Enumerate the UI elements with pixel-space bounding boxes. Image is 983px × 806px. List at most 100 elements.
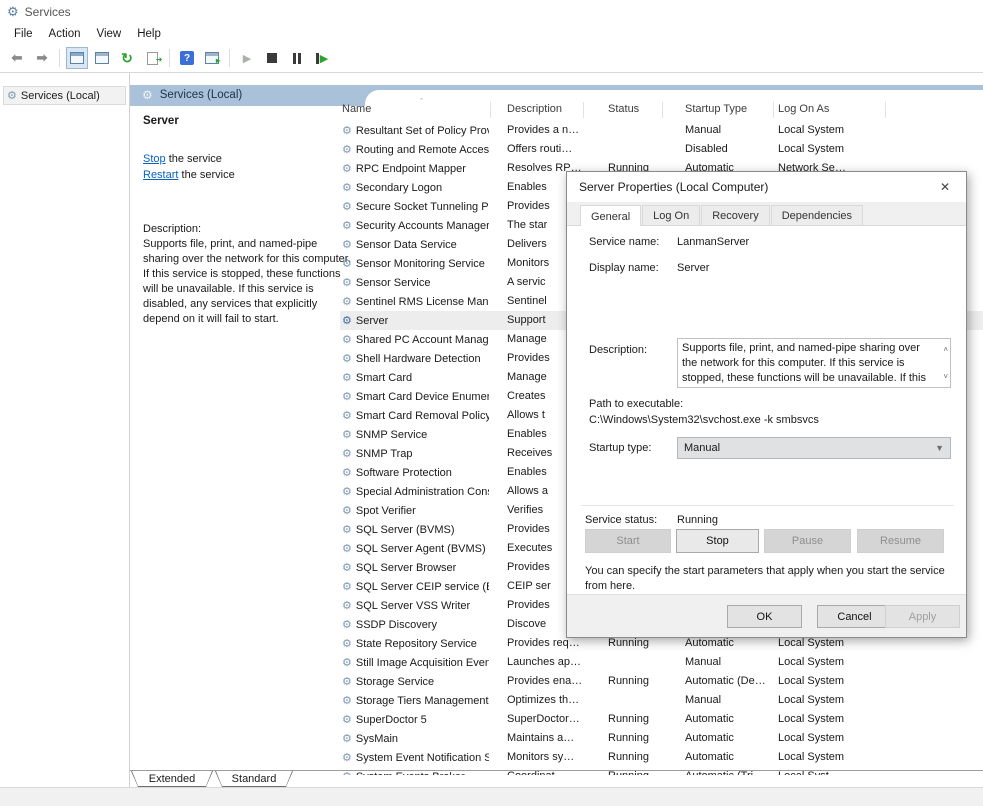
cell-desc: Monitors sy… (507, 751, 582, 763)
service-row[interactable]: ⚙Still Image Acquisition EventsLaunches … (340, 653, 983, 672)
service-gear-icon: ⚙ (342, 561, 352, 574)
column-header-description[interactable]: Description (507, 103, 562, 115)
service-gear-icon: ⚙ (342, 580, 352, 593)
service-row[interactable]: ⚙SysMainMaintains a…RunningAutomaticLoca… (340, 729, 983, 748)
cell-logon: Local System (778, 124, 878, 136)
description-text: Supports file, print, and named-pipe sha… (143, 237, 351, 327)
column-header-status[interactable]: Status (608, 103, 639, 115)
menu-item-file[interactable]: File (7, 25, 40, 43)
scroll-up-icon[interactable]: ˄ (943, 342, 948, 357)
column-divider[interactable] (662, 102, 663, 118)
restart-link[interactable]: Restart (143, 169, 178, 181)
display-name-label: Display name: (589, 262, 659, 274)
refresh-icon[interactable]: ↻ (116, 47, 138, 69)
start-service-icon[interactable]: ▶ (236, 47, 258, 69)
service-row[interactable]: ⚙Resultant Set of Policy Provi…Provides … (340, 121, 983, 140)
resume-button[interactable]: Resume (857, 529, 944, 553)
cell-startup: Manual (685, 656, 773, 668)
menu-item-action[interactable]: Action (42, 25, 88, 43)
stop-link[interactable]: Stop (143, 153, 166, 165)
content-header-title: Services (Local) (160, 89, 242, 101)
menu-item-help[interactable]: Help (130, 25, 168, 43)
description-label: Description: (143, 223, 353, 235)
stop-button[interactable]: Stop (676, 529, 759, 553)
service-row[interactable]: ⚙SuperDoctor 5SuperDoctor…RunningAutomat… (340, 710, 983, 729)
column-header-name[interactable]: Name (342, 103, 371, 115)
content-header: ⚙ Services (Local) (142, 88, 242, 102)
cell-status: Running (608, 637, 661, 649)
ok-button[interactable]: OK (727, 605, 802, 628)
restart-service-icon[interactable]: ▶ (311, 47, 333, 69)
display-name-value: Server (677, 262, 709, 274)
properties-window-icon[interactable]: ▸ (201, 47, 223, 69)
pause-service-icon[interactable] (286, 47, 308, 69)
apply-button[interactable]: Apply (885, 605, 960, 628)
tree-item-services-local[interactable]: ⚙ Services (Local) (3, 86, 126, 105)
start-button[interactable]: Start (585, 529, 671, 553)
startup-type-dropdown[interactable]: Manual ▼ (677, 437, 951, 459)
show-console-tree-icon[interactable] (66, 47, 88, 69)
service-row[interactable]: ⚙Routing and Remote AccessOffers routi…D… (340, 140, 983, 159)
column-divider[interactable] (490, 102, 491, 118)
cell-desc: Optimizes th… (507, 694, 582, 706)
service-gear-icon: ⚙ (342, 200, 352, 213)
window-title: Services (25, 5, 71, 19)
dialog-tab-dependencies[interactable]: Dependencies (771, 205, 863, 225)
service-gear-icon: ⚙ (342, 713, 352, 726)
service-row[interactable]: ⚙Storage Tiers ManagementOptimizes th…Ma… (340, 691, 983, 710)
stop-service-icon[interactable] (261, 47, 283, 69)
cell-name: ⚙SQL Server VSS Writer (342, 599, 489, 612)
back-icon[interactable]: ⬅ (6, 47, 28, 69)
service-gear-icon: ⚙ (342, 276, 352, 289)
service-gear-icon: ⚙ (342, 485, 352, 498)
forward-icon[interactable]: ➡ (31, 47, 53, 69)
service-row[interactable]: ⚙Storage ServiceProvides ena…RunningAuto… (340, 672, 983, 691)
toolbar-separator (59, 49, 60, 67)
column-header-log-on-as[interactable]: Log On As (778, 103, 829, 115)
cell-name: ⚙Sensor Service (342, 276, 489, 289)
export-list-icon[interactable] (141, 47, 163, 69)
service-gear-icon: ⚙ (342, 694, 352, 707)
dialog-title: Server Properties (Local Computer) (579, 180, 768, 194)
service-gear-icon: ⚙ (342, 428, 352, 441)
description-textbox[interactable]: Supports file, print, and named-pipe sha… (677, 338, 951, 388)
column-divider[interactable] (773, 102, 774, 118)
cell-name: ⚙SNMP Service (342, 428, 489, 441)
cancel-button[interactable]: Cancel (817, 605, 892, 628)
cell-name: ⚙Security Accounts Manager (342, 219, 489, 232)
cell-logon: Local System (778, 732, 878, 744)
service-row[interactable]: ⚙System Events BrokerCoordinat…RunningAu… (340, 767, 983, 775)
cell-desc: Offers routi… (507, 143, 582, 155)
column-divider[interactable] (583, 102, 584, 118)
scroll-down-icon[interactable]: ˅ (943, 369, 948, 384)
service-gear-icon: ⚙ (342, 599, 352, 612)
pause-button[interactable]: Pause (764, 529, 851, 553)
help-icon[interactable]: ? (176, 47, 198, 69)
dialog-button-strip: OK Cancel Apply (567, 594, 966, 637)
section-divider (581, 505, 954, 506)
column-divider[interactable] (885, 102, 886, 118)
cell-desc: Maintains a… (507, 732, 582, 744)
window-icon[interactable] (91, 47, 113, 69)
column-header-startup-type[interactable]: Startup Type (685, 103, 747, 115)
tab-standard-label: Standard (216, 771, 292, 786)
dialog-tab-general[interactable]: General (580, 205, 641, 226)
cell-name: ⚙Resultant Set of Policy Provi… (342, 124, 489, 137)
start-parameters-hint: You can specify the start parameters tha… (585, 564, 945, 594)
service-row[interactable]: ⚙System Event Notification S…Monitors sy… (340, 748, 983, 767)
service-gear-icon: ⚙ (342, 238, 352, 251)
dialog-tab-log-on[interactable]: Log On (642, 205, 700, 225)
service-gear-icon: ⚙ (342, 656, 352, 669)
menu-item-view[interactable]: View (90, 25, 129, 43)
console-tree-panel: ⚙ Services (Local) (0, 73, 130, 787)
sort-ascending-icon: ˆ (420, 97, 423, 107)
cell-name: ⚙Still Image Acquisition Events (342, 656, 489, 669)
cell-name: ⚙SQL Server CEIP service (BV… (342, 580, 489, 593)
service-gear-icon: ⚙ (342, 542, 352, 555)
tab-standard[interactable]: Standard (215, 771, 293, 787)
cell-status: Running (608, 675, 661, 687)
cell-name: ⚙Routing and Remote Access (342, 143, 489, 156)
dialog-tab-recovery[interactable]: Recovery (701, 205, 769, 225)
close-icon[interactable]: ✕ (936, 178, 954, 196)
tab-extended[interactable]: Extended (131, 771, 213, 787)
